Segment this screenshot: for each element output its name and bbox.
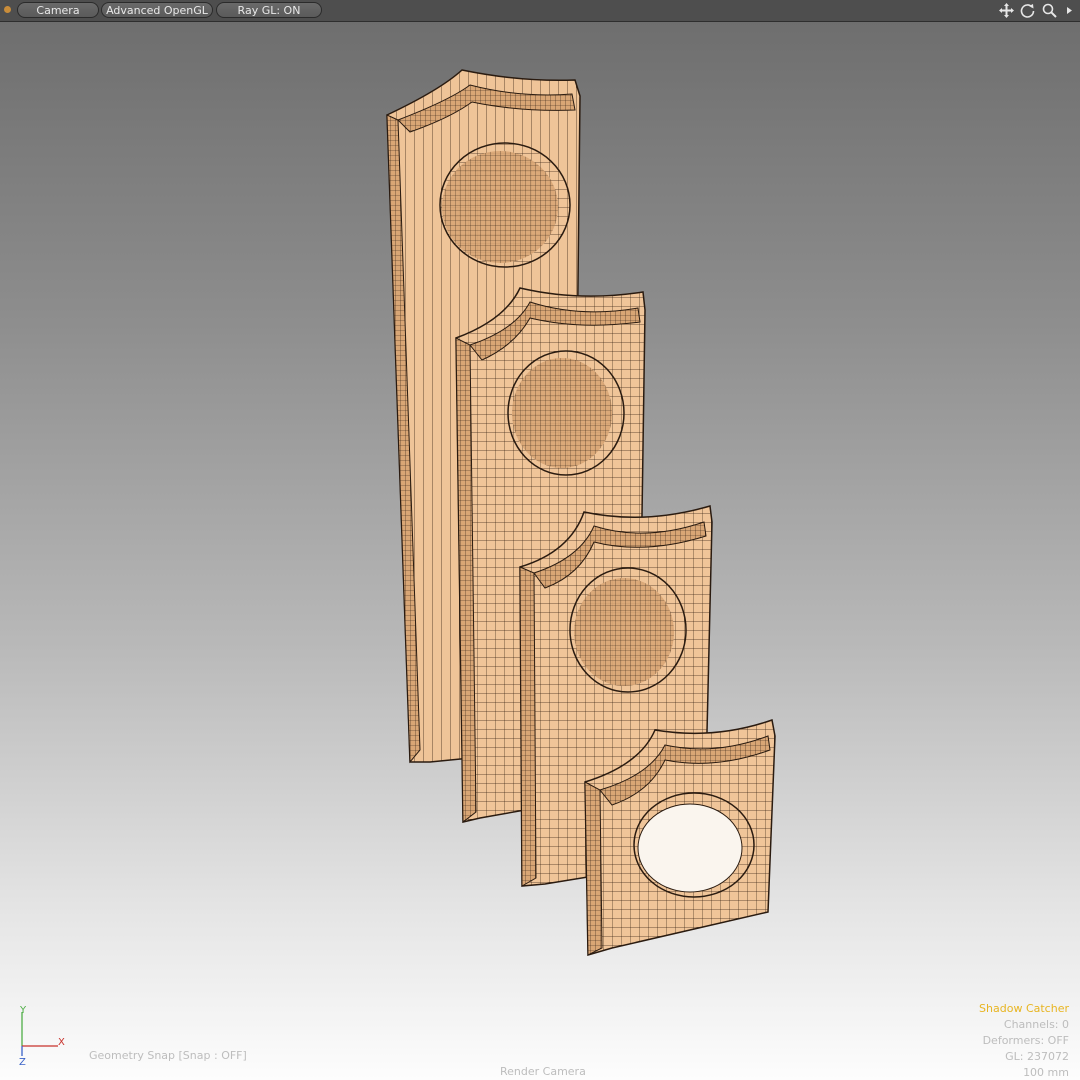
axis-z-label: Z bbox=[19, 1057, 26, 1068]
scene-render[interactable] bbox=[0, 0, 1080, 1080]
axis-y-label: Y bbox=[19, 1005, 27, 1016]
viewport-header: Camera Advanced OpenGL Ray GL: ON bbox=[0, 0, 1080, 22]
shading-mode-button[interactable]: Advanced OpenGL bbox=[101, 2, 213, 18]
axis-x-label: X bbox=[58, 1037, 65, 1048]
grid-scale-info: 100 mm bbox=[1023, 1066, 1069, 1079]
rotate-view-icon[interactable] bbox=[1019, 2, 1036, 19]
ray-gl-button[interactable]: Ray GL: ON bbox=[216, 2, 322, 18]
active-camera-label: Render Camera bbox=[500, 1065, 586, 1078]
deformers-info: Deformers: OFF bbox=[982, 1034, 1069, 1047]
3d-viewport[interactable]: Camera Advanced OpenGL Ray GL: ON Y X Z … bbox=[0, 0, 1080, 1080]
shadow-catcher-label: Shadow Catcher bbox=[979, 1002, 1069, 1015]
gl-polycount-info: GL: 237072 bbox=[1005, 1050, 1069, 1063]
move-view-icon[interactable] bbox=[998, 2, 1015, 19]
viewport-menu-arrow-icon[interactable] bbox=[1062, 2, 1076, 19]
zoom-view-icon[interactable] bbox=[1041, 2, 1058, 19]
viewport-options-dot[interactable] bbox=[4, 6, 11, 13]
channels-info: Channels: 0 bbox=[1003, 1018, 1069, 1031]
camera-button[interactable]: Camera bbox=[17, 2, 99, 18]
axis-gizmo: Y X Z bbox=[19, 1005, 65, 1068]
geometry-snap-status: Geometry Snap [Snap : OFF] bbox=[89, 1049, 247, 1062]
